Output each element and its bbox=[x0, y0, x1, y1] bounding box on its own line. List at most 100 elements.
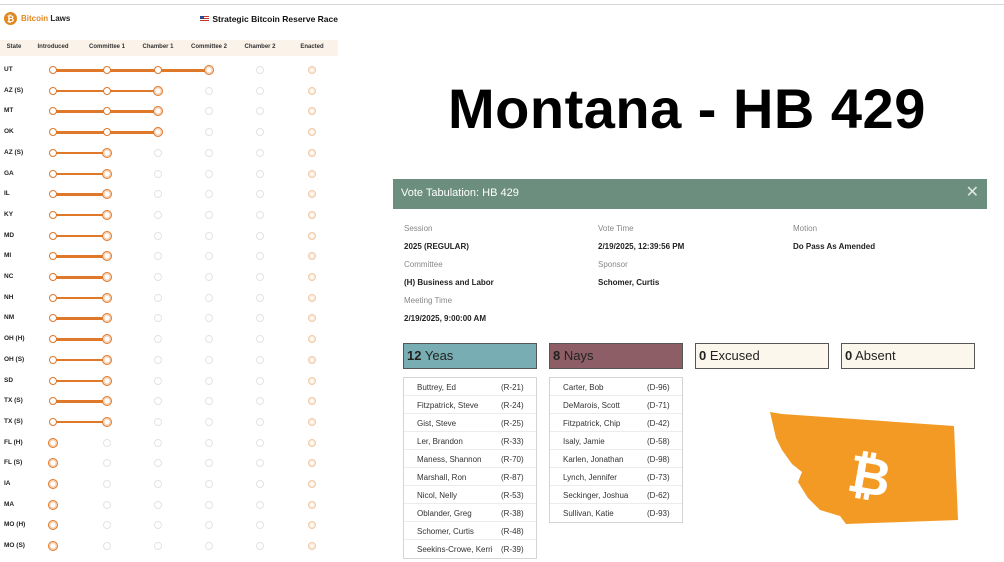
state-label: OK bbox=[4, 128, 14, 136]
state-row[interactable]: KY bbox=[0, 205, 338, 225]
progress-bar bbox=[53, 69, 209, 72]
voter-row[interactable]: Nicol, Nelly (R-53) bbox=[404, 486, 536, 504]
stage-dot bbox=[256, 148, 264, 157]
state-row[interactable]: MO (S) bbox=[0, 536, 338, 556]
voter-row[interactable]: Ler, Brandon (R-33) bbox=[404, 432, 536, 450]
voter-row[interactable]: Seekins-Crowe, Kerri (R-39) bbox=[404, 540, 536, 558]
voter-row[interactable]: Schomer, Curtis (R-48) bbox=[404, 522, 536, 540]
state-row[interactable]: OK bbox=[0, 122, 338, 142]
stage-dot bbox=[256, 542, 264, 551]
stage-dot bbox=[308, 314, 316, 323]
stage-dot bbox=[49, 210, 57, 219]
stage-dot bbox=[205, 273, 213, 281]
state-row[interactable]: UT bbox=[0, 60, 338, 80]
stage-dot bbox=[205, 252, 213, 261]
state-row[interactable]: NC bbox=[0, 267, 338, 287]
stage-dot bbox=[256, 210, 264, 219]
voter-row[interactable]: Carter, Bob (D-96) bbox=[550, 378, 682, 396]
state-row[interactable]: MO (H) bbox=[0, 515, 338, 535]
state-row[interactable]: FL (S) bbox=[0, 453, 338, 473]
stage-dot bbox=[308, 190, 316, 199]
voter-party-district: (R-53) bbox=[501, 491, 524, 500]
voter-row[interactable]: Sullivan, Katie (D-93) bbox=[550, 504, 682, 522]
voter-row[interactable]: Isaly, Jamie (D-58) bbox=[550, 432, 682, 450]
state-row[interactable]: NM bbox=[0, 308, 338, 328]
stage-dot bbox=[154, 231, 162, 240]
state-label: TX (S) bbox=[4, 397, 23, 405]
voter-row[interactable]: Lynch, Jennifer (D-73) bbox=[550, 468, 682, 486]
voter-row[interactable]: Buttrey, Ed (R-21) bbox=[404, 378, 536, 396]
stage-dot bbox=[102, 416, 112, 427]
state-row[interactable]: GA bbox=[0, 164, 338, 184]
excused-tally[interactable]: 0 Excused bbox=[695, 343, 829, 369]
state-row[interactable]: OH (S) bbox=[0, 350, 338, 370]
state-row[interactable]: AZ (S) bbox=[0, 81, 338, 101]
voter-row[interactable]: DeMarois, Scott (D-71) bbox=[550, 396, 682, 414]
state-label: MT bbox=[4, 107, 14, 115]
brand[interactable]: ₿ Bitcoin Laws bbox=[4, 12, 70, 25]
sponsor-field: Sponsor Schomer, Curtis bbox=[598, 260, 660, 287]
column-header: Enacted bbox=[300, 44, 324, 50]
voter-party-district: (R-25) bbox=[501, 419, 524, 428]
stage-dot bbox=[256, 293, 264, 302]
state-row[interactable]: NH bbox=[0, 288, 338, 308]
stage-dot bbox=[154, 355, 162, 364]
state-label: FL (S) bbox=[4, 459, 23, 467]
stage-dot bbox=[154, 397, 162, 406]
stage-dot bbox=[256, 128, 264, 137]
stage-dot bbox=[205, 417, 213, 426]
stage-dot bbox=[308, 273, 316, 281]
stage-dot bbox=[154, 252, 162, 261]
column-header: Chamber 2 bbox=[244, 44, 276, 50]
state-row[interactable]: TX (S) bbox=[0, 412, 338, 432]
stage-dot bbox=[154, 148, 162, 157]
close-icon[interactable]: ✕ bbox=[966, 184, 979, 202]
state-row[interactable]: AZ (S) bbox=[0, 143, 338, 163]
stage-dot bbox=[154, 521, 162, 530]
state-row[interactable]: TX (S) bbox=[0, 391, 338, 411]
stage-dot bbox=[102, 251, 112, 262]
session-value: 2025 (REGULAR) bbox=[404, 242, 469, 251]
stage-dot bbox=[256, 190, 264, 199]
state-row[interactable]: OH (H) bbox=[0, 329, 338, 349]
voter-row[interactable]: Maness, Shannon (R-70) bbox=[404, 450, 536, 468]
stage-dot bbox=[256, 169, 264, 178]
voter-row[interactable]: Karlen, Jonathan (D-98) bbox=[550, 450, 682, 468]
state-row[interactable]: IA bbox=[0, 474, 338, 494]
stage-dot bbox=[205, 355, 213, 364]
stage-dot bbox=[205, 190, 213, 199]
voter-row[interactable]: Oblander, Greg (R-38) bbox=[404, 504, 536, 522]
stage-dot bbox=[154, 335, 162, 344]
stage-dot bbox=[205, 542, 213, 551]
stage-dot bbox=[256, 355, 264, 364]
stage-dot bbox=[102, 396, 112, 407]
state-row[interactable]: MA bbox=[0, 495, 338, 515]
stage-dot bbox=[256, 376, 264, 385]
voter-row[interactable]: Marshall, Ron (R-87) bbox=[404, 468, 536, 486]
voter-row[interactable]: Gist, Steve (R-25) bbox=[404, 414, 536, 432]
stage-dot bbox=[102, 168, 112, 179]
stage-dot bbox=[154, 273, 162, 281]
yeas-tally[interactable]: 12 Yeas bbox=[403, 343, 537, 369]
stage-dot bbox=[256, 397, 264, 406]
voter-row[interactable]: Fitzpatrick, Steve (R-24) bbox=[404, 396, 536, 414]
nays-tally[interactable]: 8 Nays bbox=[549, 343, 683, 369]
state-row[interactable]: MT bbox=[0, 101, 338, 121]
state-row[interactable]: SD bbox=[0, 371, 338, 391]
state-label: GA bbox=[4, 169, 14, 177]
state-row[interactable]: MI bbox=[0, 246, 338, 266]
voter-row[interactable]: Seckinger, Joshua (D-62) bbox=[550, 486, 682, 504]
voter-party-district: (R-70) bbox=[501, 455, 524, 464]
progress-bar bbox=[53, 400, 107, 403]
stage-dot bbox=[256, 459, 264, 468]
absent-tally[interactable]: 0 Absent bbox=[841, 343, 975, 369]
state-row[interactable]: MD bbox=[0, 226, 338, 246]
state-row[interactable]: FL (H) bbox=[0, 433, 338, 453]
committee-value: (H) Business and Labor bbox=[404, 278, 494, 287]
stage-dot bbox=[102, 375, 112, 386]
stage-dot bbox=[49, 86, 57, 95]
state-label: FL (H) bbox=[4, 438, 23, 446]
state-row[interactable]: IL bbox=[0, 184, 338, 204]
stage-dot bbox=[205, 376, 213, 385]
voter-row[interactable]: Fitzpatrick, Chip (D-42) bbox=[550, 414, 682, 432]
